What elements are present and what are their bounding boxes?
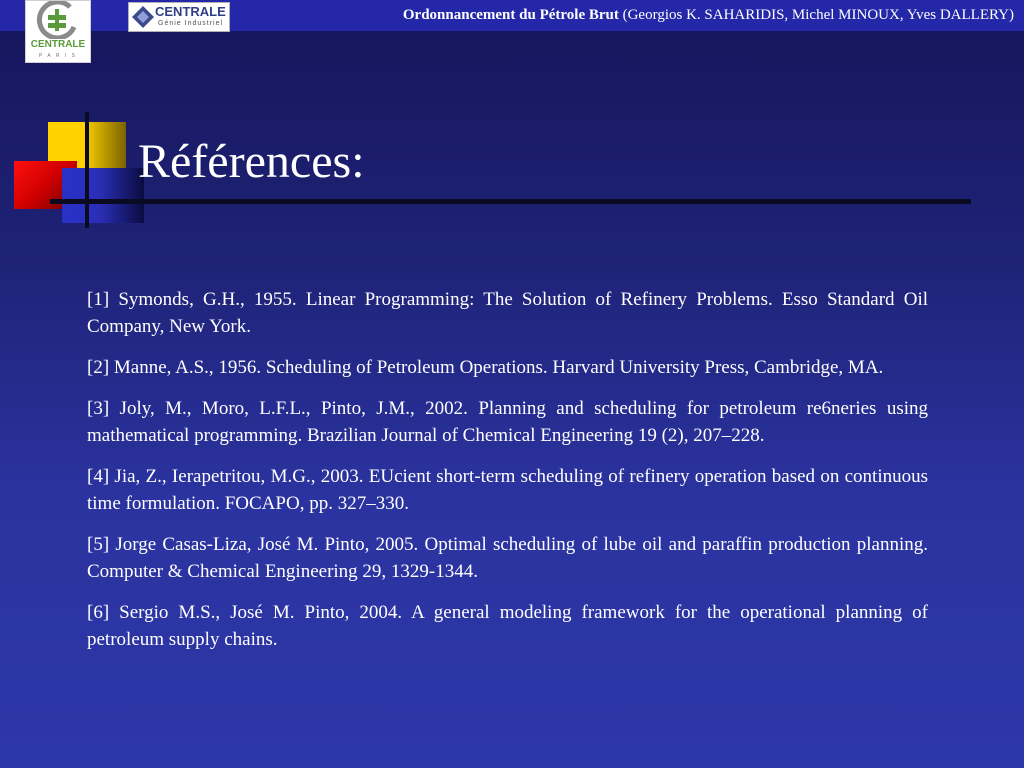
centrale-gi-logo-sub: Génie Industriel	[158, 20, 224, 27]
presentation-authors: (Georgios K. SAHARIDIS, Michel MINOUX, Y…	[622, 7, 1014, 23]
centrale-genie-industriel-logo: CENTRALE Génie Industriel	[128, 2, 230, 32]
reference-item: [6] Sergio M.S., José M. Pinto, 2004. A …	[87, 602, 928, 650]
decor-blue-square	[62, 168, 144, 223]
presentation-title: Ordonnancement du Pétrole Brut	[402, 7, 619, 23]
presentation-header: Ordonnancement du Pétrole Brut (Georgios…	[403, 7, 1014, 24]
centrale-paris-logo-word: CENTRALE	[30, 39, 86, 50]
diamond-emblem-icon	[132, 6, 154, 28]
reference-item: [5] Jorge Casas-Liza, José M. Pinto, 200…	[87, 534, 928, 582]
reference-item: [4] Jia, Z., Ierapetritou, M.G., 2003. E…	[87, 466, 928, 514]
reference-item: [1] Symonds, G.H., 1955. Linear Programm…	[87, 289, 928, 337]
centrale-paris-logo-sub: P A R I S	[39, 53, 77, 59]
reference-item: [3] Joly, M., Moro, L.F.L., Pinto, J.M.,…	[87, 398, 928, 446]
reference-item: [2] Manne, A.S., 1956. Scheduling of Pet…	[87, 357, 884, 378]
slide-title: Références:	[138, 135, 365, 188]
centrale-paris-logo: CENTRALE P A R I S	[25, 0, 91, 63]
reference-list: [1] Symonds, G.H., 1955. Linear Programm…	[87, 286, 928, 667]
centrale-gi-logo-word: CENTRALE	[155, 4, 226, 19]
centrale-paris-emblem-icon	[36, 0, 77, 41]
decor-vertical-line	[85, 112, 89, 228]
title-underline	[50, 199, 971, 204]
